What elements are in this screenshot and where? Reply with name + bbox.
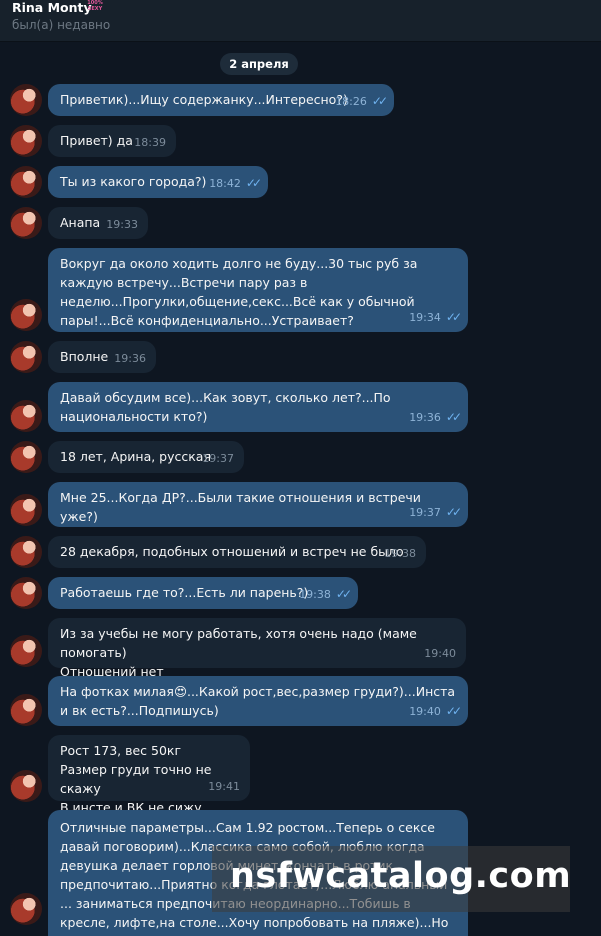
message-bubble[interactable]: Ты из какого города?) 18:42 ✓✓ [48, 166, 268, 198]
avatar[interactable] [10, 125, 42, 157]
message-meta: 19:41 [208, 777, 240, 796]
message-time: 19:40 [409, 705, 441, 718]
read-checks-icon: ✓✓ [445, 410, 462, 424]
read-checks-icon: ✓✓ [335, 587, 352, 601]
message-bubble[interactable]: Вокруг да около ходить долго не буду...3… [48, 248, 468, 332]
message-meta: 19:37 ✓✓ [409, 503, 462, 522]
avatar[interactable] [10, 441, 42, 473]
message-bubble[interactable]: 18 лет, Арина, русская 19:37 [48, 441, 244, 473]
message-time: 18:42 [209, 177, 241, 190]
message-bubble[interactable]: Анапа 19:33 [48, 207, 148, 239]
message-meta: 19:36 [114, 349, 146, 368]
message-text: Мне 25...Когда ДР?...Были такие отношени… [60, 490, 421, 524]
avatar[interactable] [10, 84, 42, 116]
avatar[interactable] [10, 536, 42, 568]
message-bubble[interactable]: 28 декабря, подобных отношений и встреч … [48, 536, 426, 568]
message-text: Давай обсудим все)...Как зовут, сколько … [60, 390, 391, 424]
message-bubble[interactable]: Мне 25...Когда ДР?...Были такие отношени… [48, 482, 468, 527]
message-time: 19:38 [384, 547, 416, 560]
message-bubble[interactable]: Вполне 19:36 [48, 341, 156, 373]
avatar[interactable] [10, 400, 42, 432]
read-checks-icon: ✓✓ [445, 704, 462, 718]
message-meta: 19:34 ✓✓ [409, 308, 462, 327]
message-bubble[interactable]: Давай обсудим все)...Как зовут, сколько … [48, 382, 468, 432]
message-time: 19:36 [114, 352, 146, 365]
chat-header[interactable]: Rina Monty 100% SEXY был(а) недавно [0, 0, 601, 42]
contact-name[interactable]: Rina Monty [12, 0, 92, 15]
message-text: 28 декабря, подобных отношений и встреч … [60, 544, 404, 559]
message-bubble[interactable]: Рост 173, вес 50кг Размер груди точно не… [48, 735, 250, 815]
avatar[interactable] [10, 494, 42, 526]
date-separator: 2 апреля [220, 53, 298, 75]
read-checks-icon: ✓✓ [371, 94, 388, 108]
watermark-text: nsfwcatalog.com [230, 856, 572, 896]
read-checks-icon: ✓✓ [245, 176, 262, 190]
avatar[interactable] [10, 207, 42, 239]
message-text: Из за учебы не могу работать, хотя очень… [60, 626, 417, 679]
message-bubble[interactable]: Приветик)...Ищу содержанку...Интересно?)… [48, 84, 394, 116]
message-meta: 18:42 ✓✓ [209, 174, 262, 193]
message-bubble[interactable]: Из за учебы не могу работать, хотя очень… [48, 618, 466, 679]
avatar[interactable] [10, 770, 42, 802]
message-time: 19:41 [208, 780, 240, 793]
avatar[interactable] [10, 299, 42, 331]
read-checks-icon: ✓✓ [445, 505, 462, 519]
message-time: 19:38 [299, 588, 331, 601]
message-time: 19:37 [409, 506, 441, 519]
avatar[interactable] [10, 166, 42, 198]
message-time: 19:34 [409, 311, 441, 324]
avatar[interactable] [10, 635, 42, 667]
avatar[interactable] [10, 893, 42, 925]
message-bubble[interactable]: Работаешь где то?...Есть ли парень?) 19:… [48, 577, 358, 609]
avatar[interactable] [10, 694, 42, 726]
message-time: 18:26 [335, 95, 367, 108]
avatar[interactable] [10, 577, 42, 609]
message-meta: 19:36 ✓✓ [409, 408, 462, 427]
message-meta: 19:40 [424, 644, 456, 663]
message-text: Вокруг да около ходить долго не буду...3… [60, 256, 418, 328]
message-time: 18:39 [134, 136, 166, 149]
message-meta: 19:38 ✓✓ [299, 585, 352, 604]
message-time: 19:36 [409, 411, 441, 424]
contact-badge: 100% SEXY [87, 0, 103, 12]
message-meta: 19:33 [106, 215, 138, 234]
message-time: 19:33 [106, 218, 138, 231]
message-meta: 18:39 [134, 133, 166, 152]
avatar[interactable] [10, 341, 42, 373]
message-text: Приветик)...Ищу содержанку...Интересно?) [60, 92, 348, 107]
message-time: 19:40 [424, 647, 456, 660]
message-meta: 18:26 ✓✓ [335, 92, 388, 111]
message-meta: 19:38 [384, 544, 416, 563]
message-bubble[interactable]: На фотках милая😍...Какой рост,вес,размер… [48, 676, 468, 726]
message-bubble[interactable]: Привет) да 18:39 [48, 125, 176, 157]
message-time: 19:37 [202, 452, 234, 465]
contact-status: был(а) недавно [12, 18, 111, 32]
read-checks-icon: ✓✓ [445, 310, 462, 324]
message-meta: 19:37 [202, 449, 234, 468]
message-text: На фотках милая😍...Какой рост,вес,размер… [60, 684, 456, 718]
message-meta: 19:40 ✓✓ [409, 702, 462, 721]
